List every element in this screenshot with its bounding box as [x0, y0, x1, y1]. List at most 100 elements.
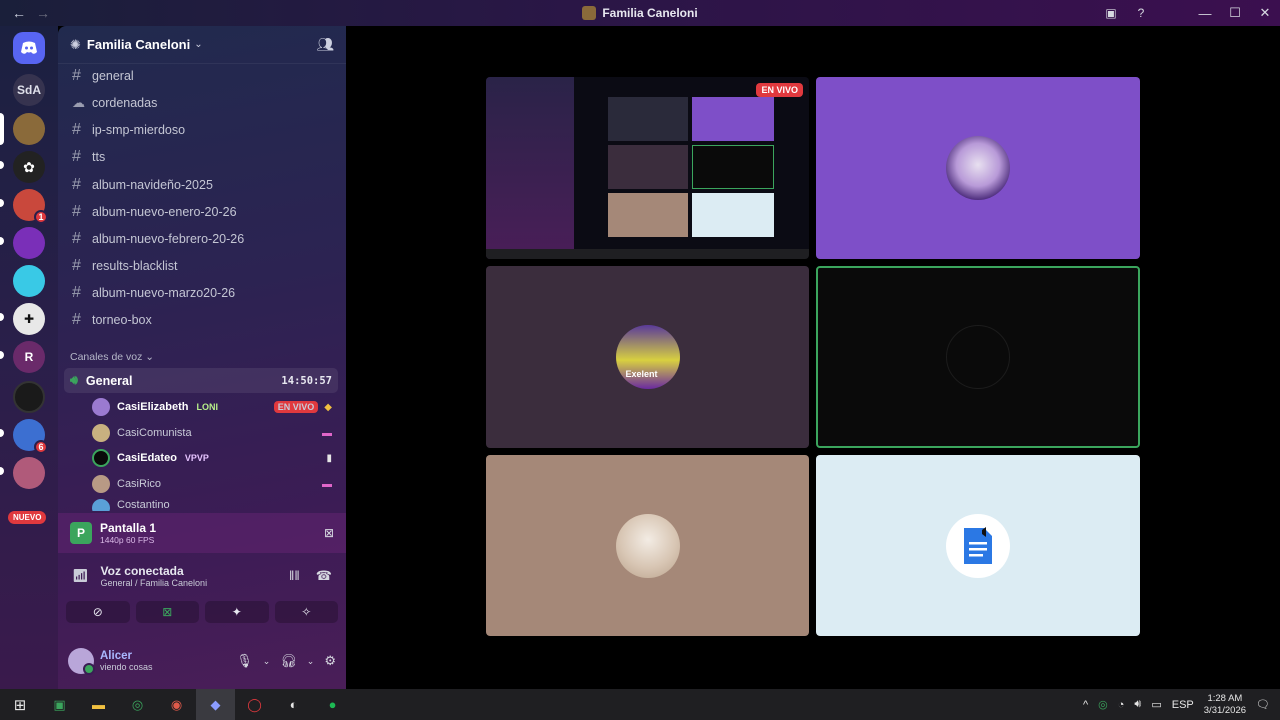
mention-badge: 6 [34, 440, 48, 454]
server-icon-5[interactable] [13, 227, 45, 259]
invite-people-icon[interactable]: 👥︎ [316, 36, 334, 53]
server-icon-9[interactable] [13, 381, 45, 413]
forward-arrow-icon[interactable]: → [36, 5, 50, 21]
taskbar-app-razer[interactable]: ◎ [118, 689, 157, 720]
language-indicator[interactable]: ESP [1172, 699, 1194, 711]
taskbar-app-opera[interactable]: ◯ [235, 689, 274, 720]
activity-icon: ▬ [322, 478, 332, 490]
notification-icon[interactable]: 🗨︎ [1256, 698, 1270, 711]
taskbar-app-spotify[interactable]: ● [313, 689, 352, 720]
close-button[interactable]: ✕ [1250, 5, 1280, 21]
voice-user[interactable]: Costantino [92, 499, 332, 511]
tray-app-icon[interactable]: ◎ [1098, 698, 1108, 711]
username[interactable]: Alicer [100, 650, 153, 662]
maximize-button[interactable]: ☐ [1220, 5, 1250, 21]
hash-icon: # [72, 67, 81, 84]
voice-user[interactable]: CasiElizabeth LONI EN VIVO ◆ [92, 396, 332, 418]
stream-preview-sidebar [486, 77, 574, 259]
server-icon-11[interactable] [13, 457, 45, 489]
avatar[interactable] [68, 648, 95, 675]
server-icon-4[interactable]: 1 [13, 189, 48, 224]
hash-icon: # [72, 203, 81, 220]
screen-share-button[interactable]: ⊠ [135, 601, 199, 623]
camera-off-button[interactable]: ⊘ [66, 601, 130, 623]
taskbar-app-obs[interactable]: ◐ [274, 689, 313, 720]
channel-album-marzo[interactable]: # album-nuevo-marzo20-26 [70, 280, 336, 306]
server-header[interactable]: ✺ Familia Caneloni ⌄ 👥︎ [58, 26, 346, 64]
participant-tile[interactable]: Exelent [486, 266, 809, 448]
avatar [946, 513, 1010, 578]
help-icon[interactable]: ? [1126, 6, 1156, 20]
channel-tts[interactable]: # tts [70, 144, 336, 170]
participant-tile[interactable] [816, 455, 1140, 636]
participant-tile-speaking[interactable] [816, 266, 1140, 448]
server-mini-icon [582, 6, 597, 20]
soundboard-button[interactable]: ✧ [274, 601, 338, 623]
channel-album-enero[interactable]: # album-nuevo-enero-20-26 [70, 199, 336, 225]
chevron-up-icon[interactable]: ^ [1083, 699, 1088, 711]
hash-icon: # [72, 148, 81, 165]
clock[interactable]: 1:28 AM 3/31/2026 [1204, 693, 1246, 717]
taskbar-app-discord[interactable]: ◆ [196, 689, 235, 720]
channel-torneo-box[interactable]: # torneo-box [70, 307, 336, 333]
server-icon-8[interactable]: R [13, 341, 45, 373]
server-name: Familia Caneloni [86, 37, 191, 52]
forum-icon: ☁︎ [72, 95, 85, 110]
system-tray: ^ ◎ ◔ 🔊︎ ▭ ESP 1:28 AM 3/31/2026 🗨︎ [1083, 693, 1280, 717]
minimize-button[interactable]: — [1190, 6, 1220, 21]
avatar: Exelent [615, 325, 680, 389]
activities-button[interactable]: ✦ [205, 601, 269, 623]
taskbar-app-explorer[interactable]: ▬ [79, 689, 118, 720]
participant-tile[interactable] [486, 455, 809, 636]
signal-icon[interactable]: 📶︎ [72, 568, 89, 584]
chevron-down-icon[interactable]: ⌄ [307, 656, 315, 667]
channel-ip-smp-mierdoso[interactable]: # ip-smp-mierdoso [70, 117, 336, 143]
discord-home-icon[interactable] [13, 32, 45, 64]
server-sda[interactable]: SdA [13, 74, 45, 106]
voice-category[interactable]: Canales de voz ⌄ [70, 351, 154, 363]
volume-icon[interactable]: 🔊︎ [1134, 698, 1141, 711]
taskbar: ⊞ ▣ ▬ ◎ ◉ ◆ ◯ ◐ ● ^ ◎ ◔ 🔊︎ ▭ ESP 1:28 AM… [0, 689, 1280, 720]
headphones-icon[interactable]: 🎧︎ [280, 653, 297, 669]
stop-stream-icon[interactable]: ⊠ [324, 526, 334, 540]
noise-suppression-icon[interactable]: ‖‖ [289, 568, 300, 584]
title-bar: ← → Familia Caneloni ▣ ? — ☐ ✕ [0, 0, 1280, 26]
taskbar-app-chrome[interactable]: ◉ [157, 689, 196, 720]
new-servers-badge[interactable]: NUEVO [8, 511, 47, 524]
battery-icon[interactable]: ▭ [1151, 698, 1161, 711]
voice-user[interactable]: CasiEdateo VPVP ▮ [92, 447, 332, 469]
taskbar-app-xbox[interactable]: ▣ [40, 689, 79, 720]
voice-location[interactable]: General / Familia Caneloni [101, 578, 208, 588]
back-arrow-icon[interactable]: ← [12, 5, 26, 21]
stream-preview-icon: P [70, 522, 92, 544]
chevron-down-icon[interactable]: ⌄ [263, 656, 271, 667]
windows-start-icon[interactable]: ⊞ [0, 696, 40, 714]
microphone-icon[interactable]: 🎙︎ [236, 653, 253, 669]
server-familia-caneloni[interactable] [13, 113, 45, 145]
participant-tile[interactable] [816, 77, 1140, 259]
voice-controls: ⊘ ⊠ ✦ ✧ [66, 601, 338, 623]
voice-user[interactable]: CasiComunista ▬ [92, 422, 332, 444]
stream-tile[interactable]: EN VIVO [486, 77, 809, 259]
network-icon[interactable]: ◔ [1118, 699, 1125, 711]
hash-icon: # [72, 284, 81, 301]
server-icon-3[interactable]: ✿ [13, 151, 45, 183]
window-title: Familia Caneloni [0, 0, 1280, 26]
inbox-icon[interactable]: ▣ [1096, 6, 1126, 20]
voice-channel-general[interactable]: 🔊︎ General 14:50:57 [64, 368, 338, 393]
server-icon-10[interactable]: 6 [13, 419, 48, 454]
voice-user[interactable]: CasiRico ▬ [92, 473, 332, 495]
server-icon-7[interactable]: ✚ [13, 303, 45, 335]
active-server-pip [0, 113, 4, 145]
avatar [92, 449, 110, 467]
channel-album-febrero[interactable]: # album-nuevo-febrero-20-26 [70, 226, 336, 252]
channel-results-blacklist[interactable]: # results-blacklist [70, 253, 336, 279]
disconnect-icon[interactable]: ☎︎ [316, 568, 332, 584]
voice-status: Voz conectada [100, 564, 184, 578]
channel-general[interactable]: # general [70, 63, 336, 89]
server-icon-6[interactable] [13, 265, 45, 297]
channel-cordenadas[interactable]: ☁︎ cordenadas [70, 90, 336, 116]
gear-icon[interactable]: ⚙ [324, 653, 336, 669]
channel-album-navideno[interactable]: # album-navideño-2025 [70, 172, 336, 198]
user-tag: VPVP [184, 453, 209, 463]
